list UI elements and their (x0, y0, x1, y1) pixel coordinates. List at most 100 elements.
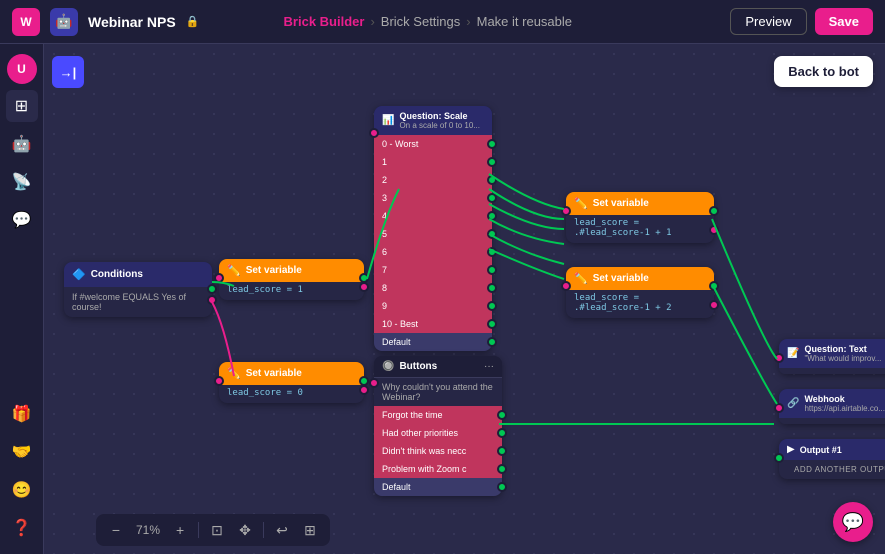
conditions-body: If #welcome EQUALS Yes of course! (64, 287, 212, 317)
set-var-0-title: Set variable (246, 368, 302, 379)
lock-icon: 🔒 (186, 15, 200, 28)
webhook-header: 🔗 Webhook https://api.airtable.co... (779, 389, 885, 418)
set-var-score-plus1-out-dot (709, 206, 719, 216)
btn-opt-3-dot (497, 446, 507, 456)
scale-opt-2[interactable]: 2 (374, 171, 492, 189)
breadcrumb: Brick Builder › Brick Settings › Make it… (284, 14, 572, 29)
output-add[interactable]: ADD ANOTHER OUTPUT (779, 460, 885, 479)
conditions-icon: 🔷 (72, 268, 86, 281)
move-button[interactable]: ✥ (233, 518, 257, 542)
webhook-icon: 🔗 (787, 398, 799, 409)
avatar-text: U (17, 62, 26, 76)
conditions-out-pink-dot (207, 295, 217, 305)
scale-opt-5[interactable]: 5 (374, 225, 492, 243)
scale-opt-9-dot (487, 301, 497, 311)
scale-opt-4[interactable]: 4 (374, 207, 492, 225)
avatar: U (7, 54, 37, 84)
preview-button[interactable]: Preview (730, 8, 806, 35)
breadcrumb-make-reusable[interactable]: Make it reusable (477, 14, 572, 29)
bottombar: − 71% + ⊡ ✥ ↩ ⊞ (96, 514, 330, 546)
webhook-in-dot (774, 403, 784, 413)
scale-opt-0[interactable]: 0 - Worst (374, 135, 492, 153)
set-var-score-plus2-out-dot (709, 281, 719, 291)
conditions-out-dot (207, 284, 217, 294)
scale-opt-9[interactable]: 9 (374, 297, 492, 315)
chat-bubble-button[interactable]: 💬 (833, 502, 873, 542)
btn-opt-2[interactable]: Had other priorities (374, 424, 502, 442)
scale-opt-10[interactable]: 10 - Best (374, 315, 492, 333)
question-text-header: 📝 Question: Text "What would improv... (779, 339, 885, 368)
conditions-title: Conditions (91, 269, 143, 280)
scale-opt-1[interactable]: 1 (374, 153, 492, 171)
sidebar-item-grid[interactable]: ⊞ (6, 90, 38, 122)
sidebar-item-bot[interactable]: 🤖 (6, 128, 38, 160)
sidebar: U ⊞ 🤖 📡 💬 🎁 🤝 😊 ❓ (0, 44, 44, 554)
sidebar-item-integrations[interactable]: 🤝 (6, 436, 38, 468)
output-header: ▶ Output #1 (779, 439, 885, 460)
question-text-in-dot (774, 353, 784, 363)
output-node: ▶ Output #1 ADD ANOTHER OUTPUT (779, 439, 885, 479)
buttons-menu[interactable]: ··· (484, 361, 494, 372)
sidebar-item-help[interactable]: ❓ (6, 512, 38, 544)
scale-opt-4-dot (487, 211, 497, 221)
buttons-icon: 🔘 (382, 361, 394, 372)
scale-opt-6[interactable]: 6 (374, 243, 492, 261)
output-add-label: ADD ANOTHER OUTPUT (794, 465, 885, 474)
set-var-score-plus1-in-dot (561, 206, 571, 216)
scale-opt-8-dot (487, 283, 497, 293)
scale-opt-5-dot (487, 229, 497, 239)
sidebar-item-gifts[interactable]: 🎁 (6, 398, 38, 430)
set-var-1-out-bottom-dot (359, 282, 369, 292)
fit-button[interactable]: ⊡ (205, 518, 229, 542)
grid-toggle-button[interactable]: ⊞ (298, 518, 322, 542)
scale-opt-10-dot (487, 319, 497, 329)
scale-subtitle: On a scale of 0 to 10... (399, 121, 480, 130)
back-to-bot-button[interactable]: Back to bot (774, 56, 873, 87)
breadcrumb-brick-settings[interactable]: Brick Settings (381, 14, 460, 29)
webhook-title: Webhook (804, 394, 885, 404)
set-var-icon-0: ✏️ (227, 367, 241, 380)
sidebar-item-broadcast[interactable]: 📡 (6, 166, 38, 198)
webhook-footer (779, 418, 885, 424)
set-var-0-bottom-dot (359, 385, 369, 395)
set-var-score-plus2-header: ✏️ Set variable (566, 267, 714, 290)
save-button[interactable]: Save (815, 8, 873, 35)
set-var-0-in-dot (214, 376, 224, 386)
scale-opt-default[interactable]: Default (374, 333, 492, 351)
buttons-header: 🔘 Buttons ··· (374, 356, 502, 378)
zoom-in-button[interactable]: + (168, 518, 192, 542)
conditions-header: 🔷 Conditions (64, 262, 212, 287)
scale-opt-3[interactable]: 3 (374, 189, 492, 207)
set-var-score-plus2-node: ✏️ Set variable lead_score = .#lead_scor… (566, 267, 714, 318)
breadcrumb-brick-builder[interactable]: Brick Builder (284, 14, 365, 29)
bottombar-divider-1 (198, 522, 199, 538)
btn-opt-default-dot (497, 482, 507, 492)
scale-opt-8[interactable]: 8 (374, 279, 492, 297)
output-title: Output #1 (800, 445, 842, 455)
set-var-0-value: lead_score = 0 (219, 385, 364, 403)
question-text-subtitle: "What would improv... (804, 354, 881, 363)
btn-opt-4[interactable]: Problem with Zoom c (374, 460, 502, 478)
scale-header: 📊 Question: Scale On a scale of 0 to 10.… (374, 106, 492, 135)
scale-opt-7-dot (487, 265, 497, 275)
active-tab-indicator[interactable]: →| (52, 56, 84, 88)
buttons-in-dot (369, 378, 379, 388)
page-title: Webinar NPS (88, 14, 176, 30)
webhook-subtitle: https://api.airtable.co... (804, 404, 885, 413)
sidebar-item-messages[interactable]: 💬 (6, 204, 38, 236)
scale-opt-6-dot (487, 247, 497, 257)
set-var-score-plus1-value: lead_score = .#lead_score-1 + 1 (566, 215, 714, 243)
btn-opt-1[interactable]: Forgot the time (374, 406, 502, 424)
conditions-node: 🔷 Conditions If #welcome EQUALS Yes of c… (64, 262, 212, 317)
logo-text: W (20, 15, 31, 29)
zoom-out-button[interactable]: − (104, 518, 128, 542)
sidebar-item-emoji[interactable]: 😊 (6, 474, 38, 506)
buttons-question-text: Why couldn't you attend the Webinar? (374, 378, 502, 406)
btn-opt-3[interactable]: Didn't think was necc (374, 442, 502, 460)
scale-opt-7[interactable]: 7 (374, 261, 492, 279)
btn-opt-1-dot (497, 410, 507, 420)
undo-button[interactable]: ↩ (270, 518, 294, 542)
topbar-actions: Preview Save (730, 8, 873, 35)
scale-title: Question: Scale (399, 111, 480, 121)
btn-opt-default[interactable]: Default (374, 478, 502, 496)
